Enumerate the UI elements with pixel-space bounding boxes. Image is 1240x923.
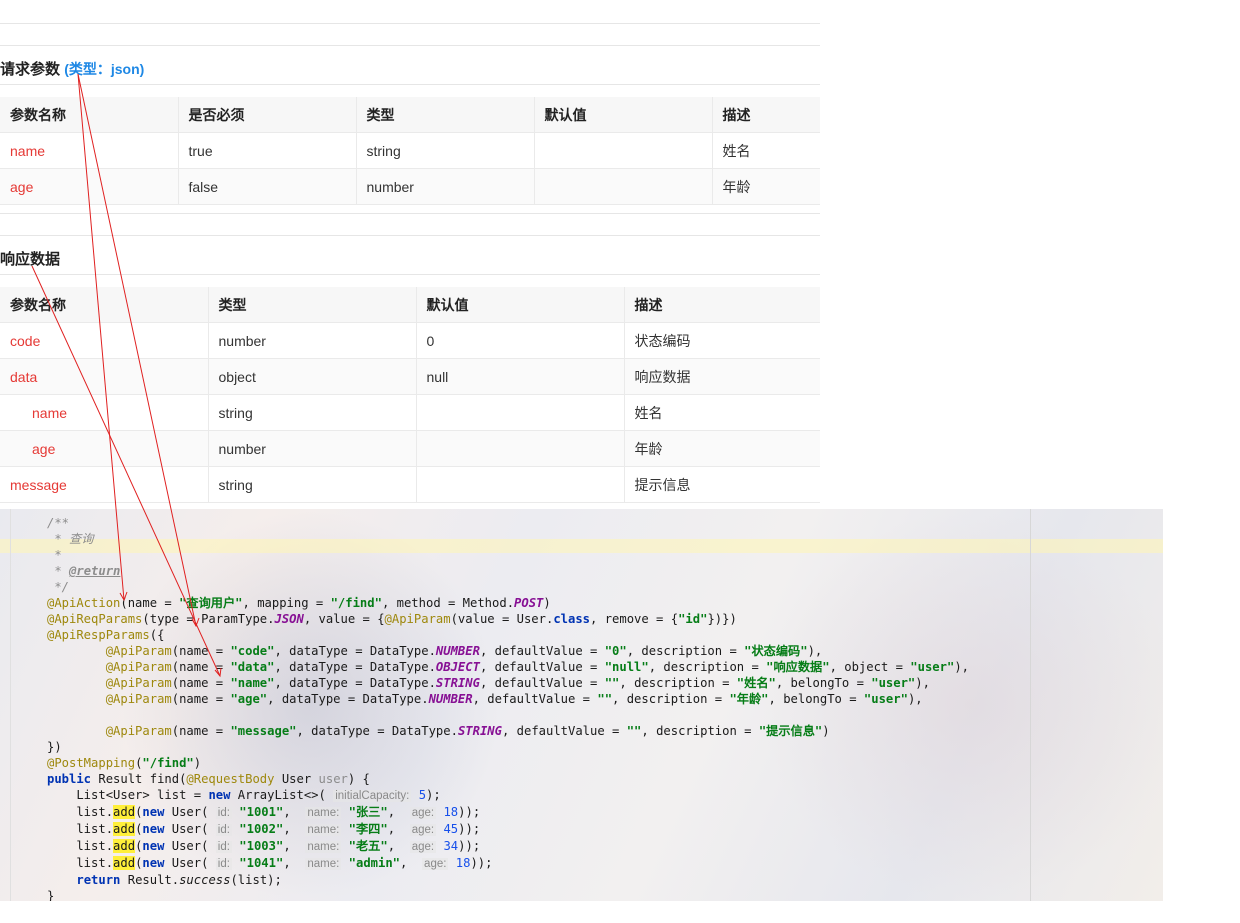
param-default xyxy=(534,132,713,169)
param-name: age xyxy=(0,168,179,205)
divider xyxy=(0,274,820,275)
column-header: 默认值 xyxy=(534,97,713,133)
column-header: 参数名称 xyxy=(0,97,179,133)
divider xyxy=(0,235,820,236)
table-row: age number 年龄 xyxy=(0,430,820,467)
column-header: 类型 xyxy=(208,287,417,323)
code-editor[interactable]: /** * 查询 * * @return */ @ApiAction(name … xyxy=(0,509,1163,901)
divider xyxy=(0,23,820,24)
table-row: name string 姓名 xyxy=(0,394,820,431)
column-header: 描述 xyxy=(712,97,820,133)
right-margin-guide xyxy=(1030,509,1031,901)
response-data-table: 参数名称 类型 默认值 描述 code number 0 状态编码 data o… xyxy=(0,287,820,503)
table-header-row: 参数名称 是否必须 类型 默认值 描述 xyxy=(0,97,820,133)
param-type: string xyxy=(208,394,417,431)
table-header-row: 参数名称 类型 默认值 描述 xyxy=(0,287,820,323)
param-desc: 姓名 xyxy=(712,132,820,169)
param-default xyxy=(416,466,625,503)
param-required: false xyxy=(178,168,357,205)
table-row: name true string 姓名 xyxy=(0,132,820,169)
param-type: string xyxy=(208,466,417,503)
param-type: number xyxy=(208,322,417,359)
param-desc: 姓名 xyxy=(624,394,820,431)
table-row: message string 提示信息 xyxy=(0,466,820,503)
param-desc: 年龄 xyxy=(624,430,820,467)
editor-gutter xyxy=(10,509,11,901)
request-type-label: (类型：json) xyxy=(64,61,145,77)
divider xyxy=(0,84,820,85)
request-params-title: 请求参数 xyxy=(0,61,61,78)
param-desc: 提示信息 xyxy=(624,466,820,503)
param-default xyxy=(416,430,625,467)
response-data-heading: 响应数据 xyxy=(0,248,60,269)
param-default: 0 xyxy=(416,322,625,359)
column-header: 描述 xyxy=(624,287,820,323)
param-required: true xyxy=(178,132,357,169)
param-desc: 年龄 xyxy=(712,168,820,205)
param-name: data xyxy=(0,358,209,395)
table-row: data object null 响应数据 xyxy=(0,358,820,395)
param-default xyxy=(416,394,625,431)
param-type: string xyxy=(356,132,535,169)
param-name: code xyxy=(0,322,209,359)
action-name-string: "查询用户" xyxy=(179,596,243,610)
response-data-title: 响应数据 xyxy=(0,251,61,268)
column-header: 是否必须 xyxy=(178,97,357,133)
divider xyxy=(0,45,820,46)
return-tag: @return xyxy=(69,564,121,578)
column-header: 参数名称 xyxy=(0,287,209,323)
table-row: age false number 年龄 xyxy=(0,168,820,205)
param-default xyxy=(534,168,713,205)
request-params-table: 参数名称 是否必须 类型 默认值 描述 name true string 姓名 … xyxy=(0,97,820,205)
request-params-heading: 请求参数 (类型：json) xyxy=(0,58,144,79)
param-desc: 状态编码 xyxy=(624,322,820,359)
mapping-string: "/find" xyxy=(330,596,382,610)
param-name: name xyxy=(0,394,209,431)
param-name: message xyxy=(0,466,209,503)
column-header: 类型 xyxy=(356,97,535,133)
param-desc: 响应数据 xyxy=(624,358,820,395)
divider xyxy=(0,213,820,214)
param-name: name xyxy=(0,132,179,169)
param-name: age xyxy=(0,430,209,467)
param-type: number xyxy=(208,430,417,467)
param-type: number xyxy=(356,168,535,205)
code-text[interactable]: /** * 查询 * * @return */ @ApiAction(name … xyxy=(47,515,969,901)
column-header: 默认值 xyxy=(416,287,625,323)
table-row: code number 0 状态编码 xyxy=(0,322,820,359)
param-default: null xyxy=(416,358,625,395)
param-type: object xyxy=(208,358,417,395)
comment-text: 查询 xyxy=(69,532,94,546)
